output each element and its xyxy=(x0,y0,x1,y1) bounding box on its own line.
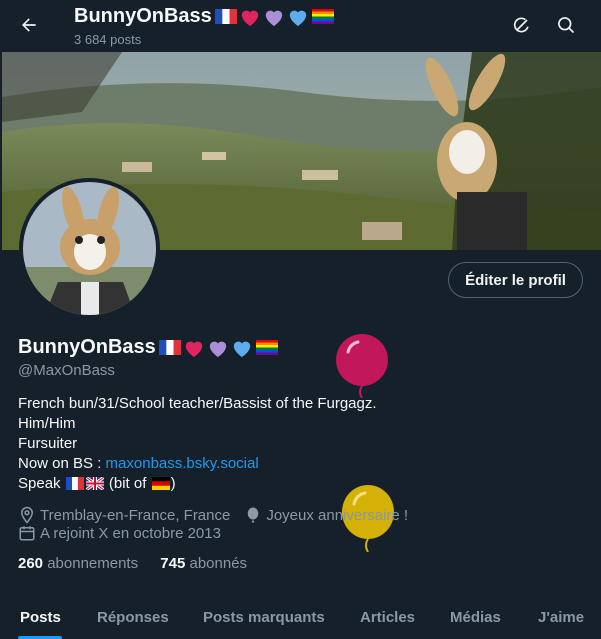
followers-count: 745 xyxy=(160,555,186,572)
rainbow-flag-icon xyxy=(311,9,334,24)
bio-text: (bit of xyxy=(104,475,151,492)
bio-text: Now on BS : xyxy=(18,455,106,472)
grok-button[interactable] xyxy=(506,9,538,41)
balloon-icon xyxy=(248,507,259,523)
red-heart-icon xyxy=(241,10,258,26)
blue-heart-icon xyxy=(289,10,306,26)
location-item: Tremblay-en-France, France xyxy=(18,506,230,524)
following-label: abonnements xyxy=(47,555,139,572)
purple-heart-icon xyxy=(209,341,226,357)
display-name-text: BunnyOnBass xyxy=(18,336,156,358)
france-flag-icon xyxy=(158,340,181,355)
following-link[interactable]: 260 abonnements xyxy=(18,555,138,572)
tab-highlights[interactable]: Posts marquants xyxy=(203,609,325,626)
bio-text: Speak xyxy=(18,475,65,492)
birthday-item: Joyeux anniversaire ! xyxy=(244,506,408,524)
post-count: 3 684 posts xyxy=(74,32,142,47)
joined-item: A rejoint X en octobre 2013 xyxy=(18,524,221,542)
search-icon xyxy=(558,17,575,34)
red-heart-icon xyxy=(185,341,202,357)
profile-handle: @MaxOnBass xyxy=(18,362,115,379)
rainbow-flag-icon xyxy=(255,340,278,355)
birthday-text: Joyeux anniversaire ! xyxy=(266,506,409,524)
blue-heart-icon xyxy=(233,341,250,357)
bio-line: Fursuiter xyxy=(18,435,78,452)
edit-profile-button[interactable]: Éditer le profil xyxy=(448,262,583,298)
top-bar: BunnyOnBass 3 684 posts xyxy=(0,0,601,52)
profile-meta-row: A rejoint X en octobre 2013 xyxy=(18,524,235,542)
france-flag-icon xyxy=(214,9,237,24)
bio-line: Now on BS : maxonbass.bsky.social xyxy=(18,454,377,474)
france-flag-icon xyxy=(65,477,84,490)
followers-link[interactable]: 745 abonnés xyxy=(160,555,247,572)
back-button[interactable] xyxy=(12,8,46,42)
purple-heart-icon xyxy=(265,10,282,26)
tab-articles[interactable]: Articles xyxy=(360,609,415,626)
profile-display-name: BunnyOnBass xyxy=(18,336,278,359)
location-text: Tremblay-en-France, France xyxy=(40,506,231,524)
following-count: 260 xyxy=(18,555,44,572)
avatar-image xyxy=(23,182,156,315)
tab-replies[interactable]: Réponses xyxy=(97,609,169,626)
bio-text: ) xyxy=(170,475,176,492)
profile-meta-row: Tremblay-en-France, France Joyeux annive… xyxy=(18,506,422,524)
bio-line: Speak (bit of ) xyxy=(18,474,377,494)
profile-tabs: Posts Réponses Posts marquants Articles … xyxy=(0,596,601,639)
uk-flag-icon xyxy=(85,477,104,490)
bluesky-link[interactable]: maxonbass.bsky.social xyxy=(106,455,259,472)
joined-text: A rejoint X en octobre 2013 xyxy=(40,524,221,542)
follow-stats: 260 abonnements 745 abonnés xyxy=(18,555,265,572)
germany-flag-icon xyxy=(151,477,170,490)
profile-avatar[interactable] xyxy=(19,178,160,319)
calendar-icon xyxy=(19,526,35,541)
pink-balloon-icon xyxy=(336,334,388,398)
tab-media[interactable]: Médias xyxy=(450,609,501,626)
location-pin-icon xyxy=(20,506,34,524)
profile-bio: French bun/31/School teacher/Bassist of … xyxy=(18,394,377,494)
search-button[interactable] xyxy=(550,9,582,41)
tab-posts[interactable]: Posts xyxy=(20,609,61,626)
followers-label: abonnés xyxy=(189,555,248,572)
bio-line: French bun/31/School teacher/Bassist of … xyxy=(18,395,377,412)
tab-likes[interactable]: J'aime xyxy=(538,609,584,626)
header-title: BunnyOnBass xyxy=(74,5,334,28)
bio-line: Him/Him xyxy=(18,415,76,432)
arrow-left-icon xyxy=(22,18,36,32)
header-title-text: BunnyOnBass xyxy=(74,5,212,27)
grok-icon xyxy=(513,17,529,33)
